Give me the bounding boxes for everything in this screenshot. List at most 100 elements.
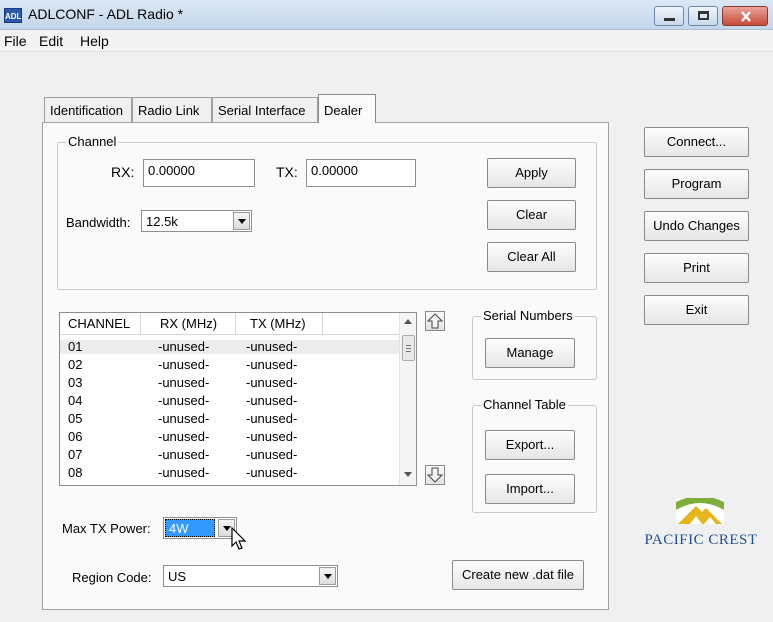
rx-cell: -unused- — [158, 429, 210, 444]
minimize-icon — [664, 18, 675, 21]
table-row[interactable]: 07 -unused- -unused- — [60, 448, 400, 462]
rx-cell: -unused- — [158, 447, 210, 462]
max-tx-power-label: Max TX Power: — [62, 521, 151, 536]
channel-cell: 03 — [68, 375, 83, 390]
list-scrollbar[interactable] — [399, 313, 416, 485]
app-icon: ADL — [4, 8, 22, 23]
undo-changes-button[interactable]: Undo Changes — [644, 211, 749, 241]
apply-button[interactable]: Apply — [487, 158, 576, 188]
table-row[interactable]: 08 -unused- -unused- — [60, 466, 400, 480]
rx-input[interactable]: 0.00000 — [143, 159, 255, 187]
channel-cell: 01 — [68, 339, 83, 354]
maximize-icon — [698, 11, 709, 20]
menu-edit[interactable]: Edit — [39, 33, 63, 49]
move-down-button[interactable] — [425, 465, 445, 485]
arrow-down-icon — [426, 467, 444, 483]
window-title: ADLCONF - ADL Radio * — [28, 6, 184, 22]
rx-cell: -unused- — [158, 357, 210, 372]
pacific-crest-logo: PACIFIC CREST — [636, 498, 766, 558]
print-button[interactable]: Print — [644, 253, 749, 283]
channel-list-header: CHANNEL RX (MHz) TX (MHz) — [60, 313, 400, 335]
tx-cell: -unused- — [246, 465, 298, 480]
table-row[interactable]: 03 -unused- -unused- — [60, 376, 400, 390]
minimize-button[interactable] — [654, 6, 684, 26]
move-up-button[interactable] — [425, 311, 445, 331]
program-button[interactable]: Program — [644, 169, 749, 199]
clear-button[interactable]: Clear — [487, 200, 576, 230]
arrow-up-icon — [426, 313, 444, 329]
max-tx-power-select[interactable]: 4W — [163, 517, 237, 539]
tab-identification[interactable]: Identification — [44, 97, 132, 122]
serial-numbers-label: Serial Numbers — [481, 308, 575, 323]
rx-cell: -unused- — [158, 375, 210, 390]
column-separator — [235, 313, 236, 335]
channel-list[interactable]: CHANNEL RX (MHz) TX (MHz) 01 -unused- -unu… — [59, 312, 417, 486]
grip-line — [406, 351, 411, 352]
export-button[interactable]: Export... — [485, 430, 575, 460]
create-dat-file-button[interactable]: Create new .dat file — [452, 560, 584, 590]
channel-cell: 02 — [68, 357, 83, 372]
manage-button[interactable]: Manage — [485, 338, 575, 368]
channel-cell: 05 — [68, 411, 83, 426]
connect-button[interactable]: Connect... — [644, 127, 749, 157]
mouse-cursor-icon — [231, 527, 247, 550]
menu-help[interactable]: Help — [80, 33, 109, 49]
close-icon — [741, 11, 751, 22]
mountain-logo-icon — [676, 498, 724, 524]
title-bar: ADL ADLCONF - ADL Radio * — [0, 0, 773, 30]
import-button[interactable]: Import... — [485, 474, 575, 504]
rx-cell: -unused- — [158, 339, 210, 354]
rx-cell: -unused- — [158, 393, 210, 408]
tx-cell: -unused- — [246, 375, 298, 390]
table-row[interactable]: 04 -unused- -unused- — [60, 394, 400, 408]
channel-group-label: Channel — [66, 134, 119, 149]
channel-cell: 04 — [68, 393, 83, 408]
channel-table-label: Channel Table — [481, 397, 568, 412]
scroll-up-icon[interactable] — [404, 319, 412, 324]
tx-cell: -unused- — [246, 357, 298, 372]
scroll-thumb[interactable] — [402, 335, 415, 361]
region-code-select[interactable]: US — [163, 565, 338, 587]
grip-line — [406, 345, 411, 346]
exit-button[interactable]: Exit — [644, 295, 749, 325]
tab-dealer[interactable]: Dealer — [318, 94, 376, 123]
tab-radio-link[interactable]: Radio Link — [132, 97, 212, 122]
max-tx-power-value: 4W — [165, 519, 215, 537]
menu-file[interactable]: File — [4, 33, 27, 49]
menu-bar: File Edit Help — [0, 30, 773, 52]
region-code-label: Region Code: — [72, 570, 152, 585]
bandwidth-label: Bandwidth: — [66, 215, 131, 230]
column-separator — [322, 313, 323, 335]
column-tx[interactable]: TX (MHz) — [250, 316, 306, 331]
close-button[interactable] — [722, 6, 768, 26]
tx-cell: -unused- — [246, 339, 298, 354]
rx-cell: -unused- — [158, 465, 210, 480]
tx-cell: -unused- — [246, 411, 298, 426]
tab-serial-interface[interactable]: Serial Interface — [212, 97, 318, 122]
maximize-button[interactable] — [688, 6, 718, 26]
tx-cell: -unused- — [246, 393, 298, 408]
tx-input[interactable]: 0.00000 — [306, 159, 416, 187]
rx-cell: -unused- — [158, 411, 210, 426]
table-row[interactable]: 02 -unused- -unused- — [60, 358, 400, 372]
region-code-value: US — [168, 569, 187, 584]
bandwidth-select[interactable]: 12.5k — [141, 210, 252, 232]
logo-text: PACIFIC CREST — [644, 532, 758, 548]
column-channel[interactable]: CHANNEL — [68, 316, 130, 331]
column-rx[interactable]: RX (MHz) — [160, 316, 217, 331]
tx-label: TX: — [276, 164, 298, 180]
scroll-down-icon[interactable] — [404, 472, 412, 477]
tx-cell: -unused- — [246, 429, 298, 444]
chevron-down-icon[interactable] — [319, 567, 336, 585]
channel-cell: 06 — [68, 429, 83, 444]
table-row[interactable]: 06 -unused- -unused- — [60, 430, 400, 444]
column-separator — [140, 313, 141, 335]
table-row[interactable]: 01 -unused- -unused- — [60, 340, 400, 354]
table-row[interactable]: 05 -unused- -unused- — [60, 412, 400, 426]
tx-cell: -unused- — [246, 447, 298, 462]
channel-cell: 08 — [68, 465, 83, 480]
rx-label: RX: — [111, 164, 135, 180]
grip-line — [406, 348, 411, 349]
chevron-down-icon[interactable] — [233, 212, 250, 230]
clear-all-button[interactable]: Clear All — [487, 242, 576, 272]
